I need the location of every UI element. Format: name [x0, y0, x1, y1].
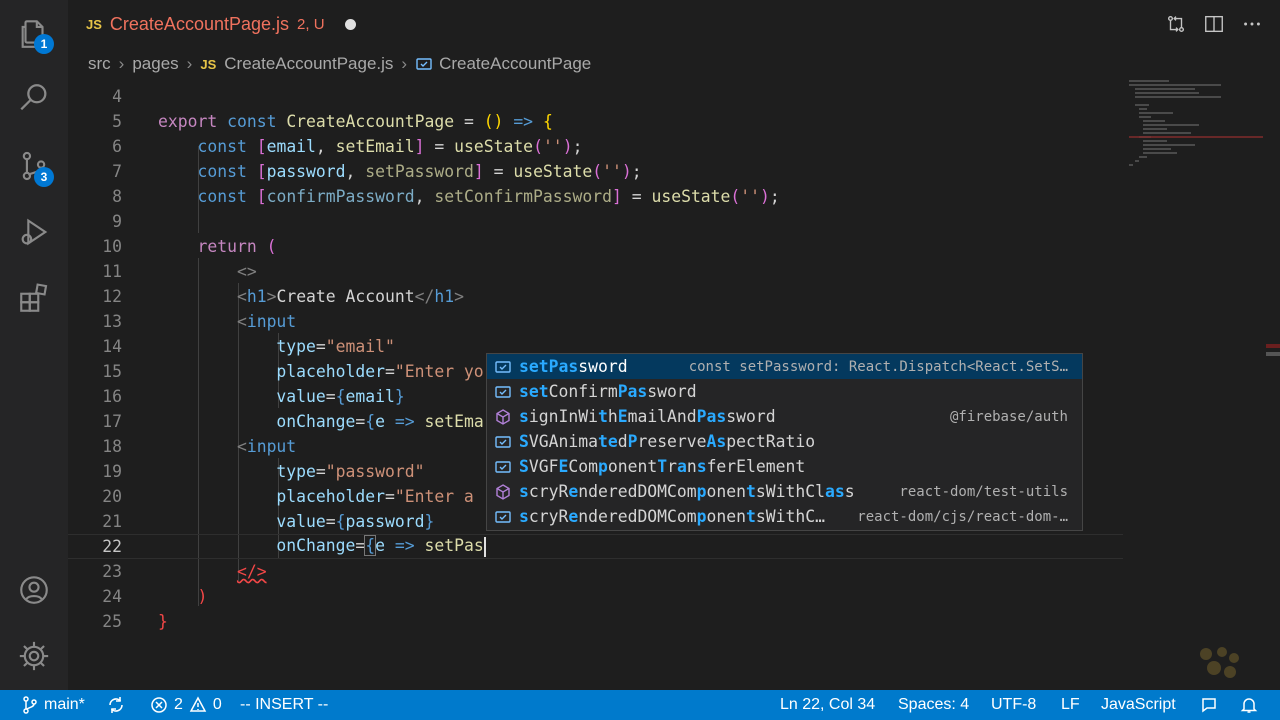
js-file-icon: JS — [86, 16, 102, 32]
tab-status: 2, U — [297, 15, 325, 33]
code-line: 24 ) — [102, 587, 208, 606]
text-cursor — [483, 536, 486, 557]
suggestion-item[interactable]: scryRenderedDOMComponentsWithC… react-do… — [487, 504, 1082, 529]
code-line: 11 <> — [102, 262, 257, 281]
suggestion-item[interactable]: setPassword const setPassword: React.Dis… — [487, 354, 1082, 379]
scrollbar-error-marker — [1266, 344, 1280, 348]
encoding[interactable]: UTF-8 — [991, 690, 1036, 720]
code-line: 6 const [email, setEmail] = useState('')… — [112, 137, 583, 156]
search-icon[interactable] — [14, 78, 54, 118]
activity-bar: 1 3 — [0, 0, 68, 690]
chevron-right-icon: › — [118, 54, 125, 73]
symbol-variable-icon — [415, 55, 433, 73]
channel-logo-icon — [1196, 646, 1244, 682]
chevron-right-icon: › — [401, 54, 408, 73]
notifications-bell-icon[interactable] — [1240, 690, 1264, 720]
language-mode[interactable]: JavaScript — [1101, 690, 1176, 720]
extensions-icon[interactable] — [14, 278, 54, 318]
code-line: 8 const [confirmPassword, setConfirmPass… — [112, 187, 780, 206]
tab-filename: CreateAccountPage.js — [109, 13, 290, 34]
indentation[interactable]: Spaces: 4 — [898, 690, 969, 720]
end-of-line[interactable]: LF — [1061, 690, 1080, 720]
variable-icon — [493, 507, 513, 527]
split-editor-icon[interactable] — [1202, 12, 1226, 36]
vim-mode: -- INSERT -- — [240, 696, 329, 713]
code-line: 4 — [112, 87, 122, 106]
code-line: 5 export const CreateAccountPage = () => … — [112, 112, 553, 131]
sync-icon[interactable] — [106, 690, 132, 720]
code-line: 9 — [112, 212, 122, 231]
code-line: 13 <input — [102, 312, 297, 331]
editor-actions — [1164, 12, 1264, 36]
code-line-current: 22 onChange={e => setPas — [68, 534, 1123, 559]
tab-bar: JS CreateAccountPage.js 2, U — [68, 0, 1280, 48]
code-line: 23 </> — [102, 562, 267, 581]
code-line: 12 <h1>Create Account</h1> — [102, 287, 464, 306]
breadcrumb-pages[interactable]: pages — [132, 54, 178, 74]
chevron-right-icon: › — [186, 54, 193, 73]
code-line: 10 return ( — [102, 237, 277, 256]
branch-name: main* — [44, 696, 85, 713]
explorer-badge: 1 — [34, 34, 54, 54]
suggestion-item[interactable]: setConfirmPassword — [487, 379, 1082, 404]
feedback-icon[interactable] — [1200, 690, 1224, 720]
unsaved-dot-icon[interactable] — [344, 18, 356, 30]
breadcrumb-file[interactable]: CreateAccountPage.js — [224, 54, 393, 74]
code-line: 7 const [password, setPassword] = useSta… — [112, 162, 642, 181]
error-count: 2 — [174, 696, 183, 713]
branch-indicator[interactable]: main* — [22, 690, 85, 720]
method-icon — [493, 482, 513, 502]
variable-icon — [493, 432, 513, 452]
problems-indicator[interactable]: 2 0 — [150, 690, 222, 720]
code-line: 25} — [102, 612, 168, 631]
suggestion-item[interactable]: scryRenderedDOMComponentsWithClass react… — [487, 479, 1082, 504]
settings-gear-icon[interactable] — [14, 636, 54, 676]
breadcrumb-symbol[interactable]: CreateAccountPage — [439, 54, 591, 74]
account-icon[interactable] — [14, 570, 54, 610]
variable-icon — [493, 357, 513, 377]
suggestion-item[interactable]: SVGFEComponentTransferElement — [487, 454, 1082, 479]
scrollbar-cursor-marker — [1266, 352, 1280, 356]
scm-badge: 3 — [34, 167, 54, 187]
variable-icon — [493, 457, 513, 477]
breadcrumb: src › pages › JS CreateAccountPage.js › … — [88, 50, 591, 78]
compare-changes-icon[interactable] — [1164, 12, 1188, 36]
cursor-position[interactable]: Ln 22, Col 34 — [780, 690, 875, 720]
status-bar: main* 2 0 -- INSERT -- Ln 22, Col 34 Spa… — [0, 690, 1280, 720]
suggestion-item[interactable]: SVGAnimatedPreserveAspectRatio — [487, 429, 1082, 454]
variable-icon — [493, 382, 513, 402]
suggestion-item[interactable]: signInWithEmailAndPassword @firebase/aut… — [487, 404, 1082, 429]
editor-tab[interactable]: JS CreateAccountPage.js 2, U — [68, 0, 368, 48]
more-actions-icon[interactable] — [1240, 12, 1264, 36]
warning-count: 0 — [212, 696, 222, 713]
run-debug-icon[interactable] — [14, 212, 54, 252]
minimap[interactable] — [1123, 78, 1263, 690]
autocomplete-suggestions[interactable]: setPassword const setPassword: React.Dis… — [486, 353, 1083, 531]
method-icon — [493, 407, 513, 427]
js-file-icon: JS — [200, 56, 217, 72]
breadcrumb-src[interactable]: src — [88, 54, 111, 74]
